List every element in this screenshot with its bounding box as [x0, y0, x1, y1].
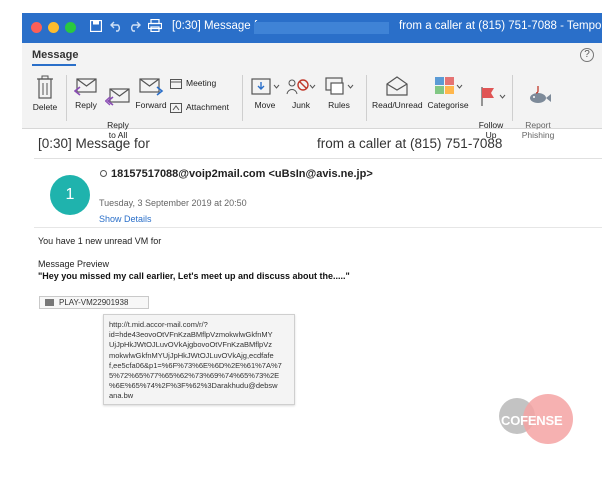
play-icon [45, 299, 54, 306]
junk-label: Junk [292, 100, 310, 110]
attachment-button[interactable]: Attachment [170, 101, 229, 113]
forward-label: Forward [135, 100, 167, 110]
reply-button[interactable]: Reply [70, 75, 102, 110]
tab-message[interactable]: Message [32, 49, 78, 61]
subject-prefix: [0:30] Message for [38, 136, 150, 151]
active-tab-indicator [32, 64, 76, 66]
help-icon[interactable]: ? [580, 48, 594, 62]
print-icon[interactable] [147, 18, 163, 37]
calendar-icon [170, 78, 182, 89]
link-url-tooltip: http://t.mid.accor-mail.com/r/? id=hde43… [103, 314, 295, 405]
logo-text: COFENSE [501, 413, 563, 428]
reply-icon [74, 78, 97, 96]
rules-button[interactable]: Rules [320, 75, 358, 110]
attachment-label: Attachment [186, 102, 229, 112]
trash-icon [37, 75, 53, 99]
move-icon [251, 78, 280, 95]
redo-icon[interactable] [128, 19, 141, 37]
follow-up-button[interactable]: Follow Up [474, 75, 508, 140]
rules-label: Rules [328, 100, 350, 110]
ribbon-separator [66, 75, 67, 121]
play-voicemail-button[interactable]: PLAY-VM22901938 [39, 296, 149, 309]
ribbon-separator [242, 75, 243, 121]
report-phishing-button[interactable]: Report Phishing [516, 75, 560, 140]
ribbon-separator [512, 75, 513, 121]
meeting-button[interactable]: Meeting [170, 77, 216, 89]
undo-icon[interactable] [110, 19, 123, 37]
reply-all-button[interactable]: Reply to All [102, 75, 134, 140]
category-grid-icon [435, 77, 463, 94]
close-window-button[interactable] [31, 22, 42, 33]
outlook-message-window: [0:30] Message for from a caller at (815… [22, 13, 602, 458]
sender-address: 18157517088@voip2mail.com <uBsIn@avis.ne… [111, 168, 373, 180]
junk-icon [286, 79, 316, 95]
categorise-button[interactable]: Categorise [424, 75, 472, 110]
read-unread-label: Read/Unread [372, 100, 423, 110]
sender-line[interactable]: 18157517088@voip2mail.com <uBsIn@avis.ne… [100, 168, 373, 180]
read-unread-button[interactable]: Read/Unread [372, 75, 423, 110]
rules-icon [325, 77, 354, 95]
fish-hook-icon [530, 86, 551, 103]
delete-button[interactable]: Delete [28, 75, 62, 112]
cofense-logo: COFENSE [499, 394, 573, 450]
play-voicemail-label: PLAY-VM22901938 [59, 298, 129, 307]
reply-all-icon [105, 88, 130, 106]
save-icon[interactable] [89, 19, 103, 37]
categorise-label: Categorise [427, 100, 469, 110]
junk-button[interactable]: Junk [284, 75, 318, 110]
ribbon-separator [366, 75, 367, 121]
minimize-window-button[interactable] [48, 22, 59, 33]
show-details-link[interactable]: Show Details [99, 214, 152, 224]
subject-suffix: from a caller at (815) 751-7088 [317, 136, 503, 151]
presence-icon [100, 169, 107, 177]
divider [34, 158, 602, 159]
zoom-window-button[interactable] [65, 22, 76, 33]
meeting-label: Meeting [186, 78, 217, 88]
preview-text: "Hey you missed my call earlier, Let's m… [38, 271, 350, 281]
message-date: Tuesday, 3 September 2019 at 20:50 [99, 198, 247, 208]
report-phishing-label: Report Phishing [521, 120, 555, 140]
sender-avatar: 1 [50, 175, 90, 215]
envelope-open-icon [386, 76, 408, 96]
window-title-suffix: from a caller at (815) 751-7088 - Tempor… [399, 20, 602, 32]
forward-icon [139, 78, 164, 96]
move-button[interactable]: Move [248, 75, 282, 110]
flag-icon [481, 87, 506, 106]
divider [34, 227, 602, 228]
reply-label: Reply [75, 100, 97, 110]
redaction-bar [254, 22, 389, 34]
ribbon-tab-bar: Message ? [22, 43, 602, 69]
delete-label: Delete [32, 102, 58, 112]
ribbon-toolbar: Delete Reply Reply to All Forward Meetin… [22, 69, 602, 140]
body-intro: You have 1 new unread VM for [38, 236, 162, 246]
attachment-icon [170, 102, 182, 113]
forward-button[interactable]: Forward [132, 75, 170, 110]
window-title-prefix: [0:30] Message for [172, 20, 268, 32]
move-label: Move [254, 100, 276, 110]
title-bar: [0:30] Message for from a caller at (815… [22, 13, 602, 43]
preview-label: Message Preview [38, 259, 110, 269]
